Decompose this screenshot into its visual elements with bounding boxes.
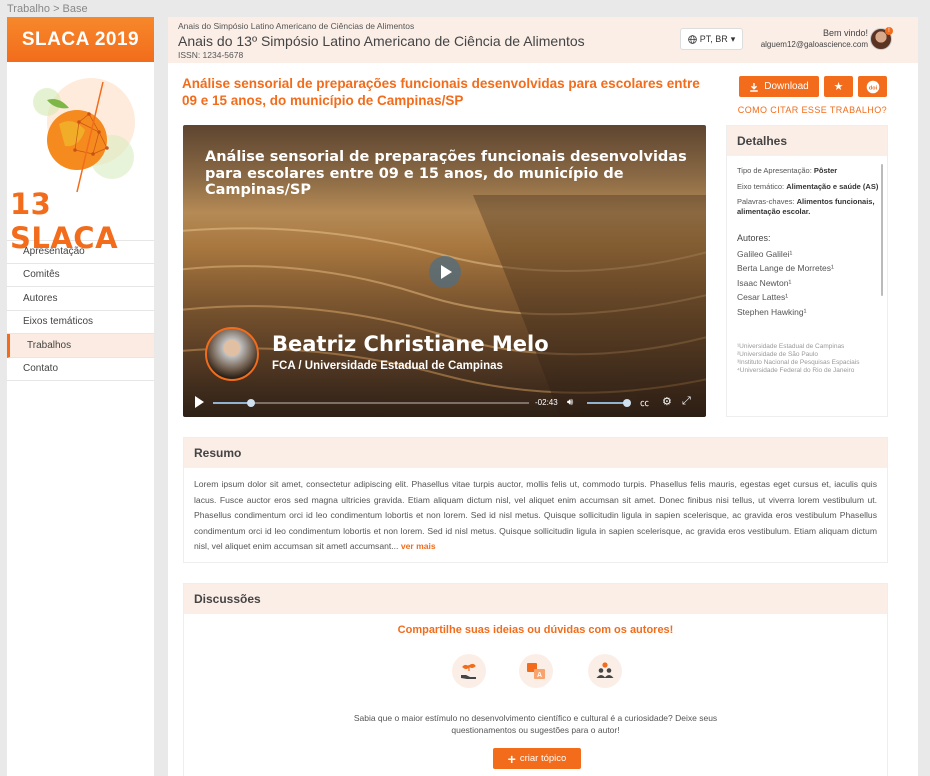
work-actions: Download ★ doi bbox=[739, 76, 887, 97]
ver-mais-link[interactable]: ver mais bbox=[401, 541, 436, 551]
settings-icon[interactable]: ⚙︎ bbox=[662, 395, 672, 408]
video-title: Análise sensorial de preparações funcion… bbox=[205, 149, 687, 198]
discussoes-cta: Compartilhe suas ideias ou dúvidas com o… bbox=[397, 624, 674, 636]
presenter-institution: FCA / Universidade Estadual de Campinas bbox=[272, 360, 503, 372]
cite-link[interactable]: COMO CITAR ESSE TRABALHO? bbox=[738, 105, 887, 115]
sidebar-nav: Apresentação Comitês Autores Eixos temát… bbox=[7, 240, 154, 381]
globe-icon bbox=[687, 34, 697, 44]
download-button[interactable]: Download bbox=[739, 76, 819, 97]
tipo-label: Tipo de Apresentação: bbox=[737, 166, 812, 175]
resumo-text: Lorem ipsum dolor sit amet, consectetur … bbox=[184, 468, 887, 564]
favorite-button[interactable]: ★ bbox=[824, 76, 853, 97]
play-icon bbox=[441, 265, 452, 279]
create-topic-label: criar tópico bbox=[519, 753, 567, 764]
affiliation-item: ²Universidade de São Paulo bbox=[737, 351, 818, 358]
sidebar-item-contato[interactable]: Contato bbox=[7, 358, 154, 381]
header-subtitle: Anais do Simpósio Latino Americano de Ci… bbox=[178, 21, 415, 31]
page-title: Análise sensorial de preparações funcion… bbox=[182, 76, 700, 108]
user-email: alguem12@galoascience.com bbox=[760, 40, 868, 49]
affiliations: ¹Universidade Estadual de Campinas ²Univ… bbox=[737, 343, 880, 375]
language-selector[interactable]: PT, BR ▾ bbox=[680, 28, 743, 50]
details-panel: Detalhes Tipo de Apresentação: Pôster Ei… bbox=[726, 125, 888, 417]
eixo-label: Eixo temático: bbox=[737, 181, 785, 191]
doi-icon: doi bbox=[866, 80, 879, 93]
author-item[interactable]: Stephen Hawking¹ bbox=[737, 305, 880, 320]
author-item[interactable]: Berta Lange de Morretes¹ bbox=[737, 261, 880, 276]
language-label: PT, BR bbox=[699, 34, 728, 44]
download-label: Download bbox=[764, 81, 809, 92]
star-icon: ★ bbox=[833, 81, 844, 93]
header-title: Anais do 13º Simpósio Latino Americano d… bbox=[178, 33, 585, 49]
event-logo: 13 SLACA bbox=[7, 62, 154, 255]
sidebar: SLACA 2019 13 SLACA Apresentação Comitês… bbox=[7, 17, 154, 776]
resumo-panel: Resumo Lorem ipsum dolor sit amet, conse… bbox=[183, 437, 888, 563]
video-frame-waves bbox=[183, 195, 706, 417]
presenter-photo bbox=[205, 327, 259, 381]
discussoes-note: Sabia que o maior estímulo no desenvolvi… bbox=[184, 712, 887, 736]
sidebar-item-trabalhos[interactable]: Trabalhos bbox=[7, 334, 154, 358]
breadcrumb: Trabalho > Base bbox=[7, 3, 88, 15]
control-play-icon[interactable] bbox=[195, 396, 204, 408]
discussoes-heading: Discussões bbox=[184, 584, 887, 614]
video-player[interactable]: Análise sensorial de preparações funcion… bbox=[183, 125, 706, 417]
chevron-down-icon: ▾ bbox=[730, 33, 736, 44]
volume-icon[interactable]: 🔊︎ bbox=[567, 397, 573, 408]
sidebar-item-eixos[interactable]: Eixos temáticos bbox=[7, 311, 154, 334]
discussoes-panel: Discussões Compartilhe suas ideias ou dú… bbox=[183, 583, 888, 776]
details-heading: Detalhes bbox=[727, 126, 887, 156]
svg-text:doi: doi bbox=[868, 85, 877, 91]
eixo-value: Alimentação e saúde (AS) bbox=[786, 181, 879, 191]
fullscreen-icon[interactable]: ⤢ bbox=[682, 395, 691, 408]
volume-slider[interactable] bbox=[587, 399, 631, 407]
note-line-2: questionamentos ou sugestões para o auto… bbox=[451, 725, 620, 735]
notification-badge-icon: ! bbox=[885, 27, 893, 35]
time-remaining: -02:43 bbox=[535, 398, 558, 407]
seek-handle[interactable] bbox=[246, 399, 255, 407]
authors-heading: Autores: bbox=[737, 233, 771, 243]
create-topic-button[interactable]: + criar tópico bbox=[493, 748, 581, 769]
note-line-1: Sabia que o maior estímulo no desenvolvi… bbox=[353, 713, 718, 723]
download-icon bbox=[750, 82, 759, 92]
main-content: Anais do Simpósio Latino Americano de Ci… bbox=[168, 17, 918, 776]
logo-text: 13 SLACA bbox=[10, 187, 119, 255]
resumo-heading: Resumo bbox=[184, 438, 887, 468]
page-header: Anais do Simpósio Latino Americano de Ci… bbox=[168, 17, 918, 63]
tipo-value: Pôster bbox=[813, 166, 838, 175]
presenter-name: Beatriz Christiane Melo bbox=[272, 332, 549, 356]
affiliation-item: ³Instituto Nacional de Pesquisas Espacia… bbox=[737, 359, 860, 366]
author-item[interactable]: Isaac Newton¹ bbox=[737, 276, 880, 291]
plus-icon: + bbox=[507, 750, 516, 767]
people-icon bbox=[588, 654, 622, 688]
header-issn: ISSN: 1234-5678 bbox=[178, 50, 244, 60]
resumo-body: Lorem ipsum dolor sit amet, consectetur … bbox=[194, 479, 877, 551]
seedling-hand-icon bbox=[452, 654, 486, 688]
volume-handle[interactable] bbox=[623, 399, 631, 407]
translate-icon: A bbox=[519, 654, 553, 688]
user-welcome: Bem vindo! alguem12@galoascience.com bbox=[761, 28, 868, 49]
details-scrollbar[interactable] bbox=[881, 164, 883, 296]
details-body: Tipo de Apresentação: Pôster Eixo temáti… bbox=[737, 166, 880, 375]
affiliation-item: ¹Universidade Estadual de Campinas bbox=[737, 343, 845, 350]
play-button[interactable] bbox=[429, 256, 461, 288]
discussoes-icons: A bbox=[184, 654, 887, 690]
sidebar-item-autores[interactable]: Autores bbox=[7, 287, 154, 311]
video-controls: -02:43 🔊︎ ㏄ ⚙︎ ⤢ bbox=[183, 389, 706, 417]
brand-banner[interactable]: SLACA 2019 bbox=[7, 17, 154, 62]
seek-progress bbox=[213, 402, 251, 404]
affiliation-item: ⁴Universidade Federal do Rio de Janeiro bbox=[737, 367, 855, 374]
doi-button[interactable]: doi bbox=[858, 76, 887, 97]
seek-bar[interactable] bbox=[213, 399, 529, 407]
palavras-label: Palavras-chaves: bbox=[737, 197, 795, 206]
captions-icon[interactable]: ㏄ bbox=[640, 396, 649, 409]
svg-text:A: A bbox=[537, 672, 542, 679]
author-item[interactable]: Galileo Galilei¹ bbox=[737, 247, 880, 262]
welcome-text: Bem vindo! bbox=[822, 28, 868, 38]
author-item[interactable]: Cesar Lattes¹ bbox=[737, 290, 880, 305]
sidebar-item-comites[interactable]: Comitês bbox=[7, 264, 154, 287]
